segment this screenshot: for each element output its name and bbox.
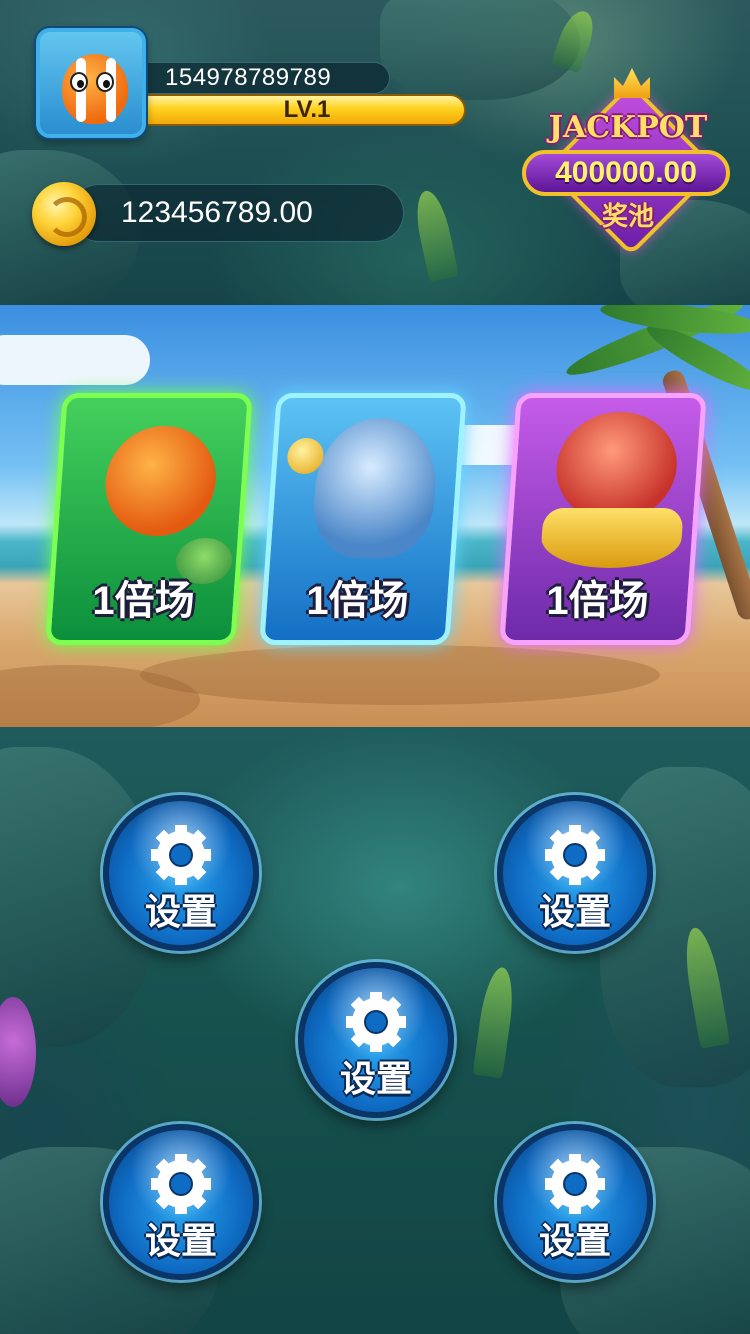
- settings-label: 设置: [144, 891, 217, 932]
- player-avatar[interactable]: [36, 28, 146, 138]
- seaweed-decoration: [472, 965, 518, 1079]
- anglerfish-icon: [101, 426, 220, 536]
- level-bar: LV.1: [128, 94, 466, 126]
- treasure-bowl-icon: [539, 508, 684, 568]
- room-label: 1倍场: [92, 579, 195, 623]
- coin-balance: 123456789.00: [70, 184, 404, 242]
- settings-button-4[interactable]: 设置: [103, 1124, 259, 1280]
- room-card-blue[interactable]: 1倍场: [259, 393, 467, 645]
- settings-button-3[interactable]: 设置: [298, 962, 454, 1118]
- jackpot-title: JACKPOT: [548, 110, 708, 145]
- jackpot-badge[interactable]: JACKPOT 400000.00 奖池: [518, 64, 730, 256]
- octopus-icon: [552, 412, 681, 522]
- settings-label: 设置: [538, 1220, 611, 1261]
- shark-icon: [310, 418, 441, 558]
- room-label: 1倍场: [546, 579, 649, 623]
- settings-label: 设置: [144, 1220, 217, 1261]
- settings-button-1[interactable]: 设置: [103, 795, 259, 951]
- seaweed-decoration: [410, 187, 460, 283]
- coin-icon: [32, 182, 96, 246]
- settings-button-5[interactable]: 设置: [497, 1124, 653, 1280]
- jackpot-subtitle: 奖池: [601, 201, 654, 231]
- gear-icon: [532, 1141, 618, 1227]
- jackpot-amount: 400000.00: [522, 150, 730, 196]
- crown-icon: [614, 68, 650, 98]
- gear-icon: [532, 812, 618, 898]
- settings-label: 设置: [339, 1058, 412, 1099]
- settings-label: 设置: [538, 891, 611, 932]
- player-id: 154978789789: [128, 62, 390, 94]
- room-card-purple[interactable]: 1倍场: [499, 393, 707, 645]
- gear-icon: [333, 979, 419, 1065]
- room-label: 1倍场: [306, 579, 409, 623]
- settings-button-2[interactable]: 设置: [497, 795, 653, 951]
- gear-icon: [138, 1141, 224, 1227]
- room-card-green[interactable]: 1倍场: [45, 393, 253, 645]
- gear-icon: [138, 812, 224, 898]
